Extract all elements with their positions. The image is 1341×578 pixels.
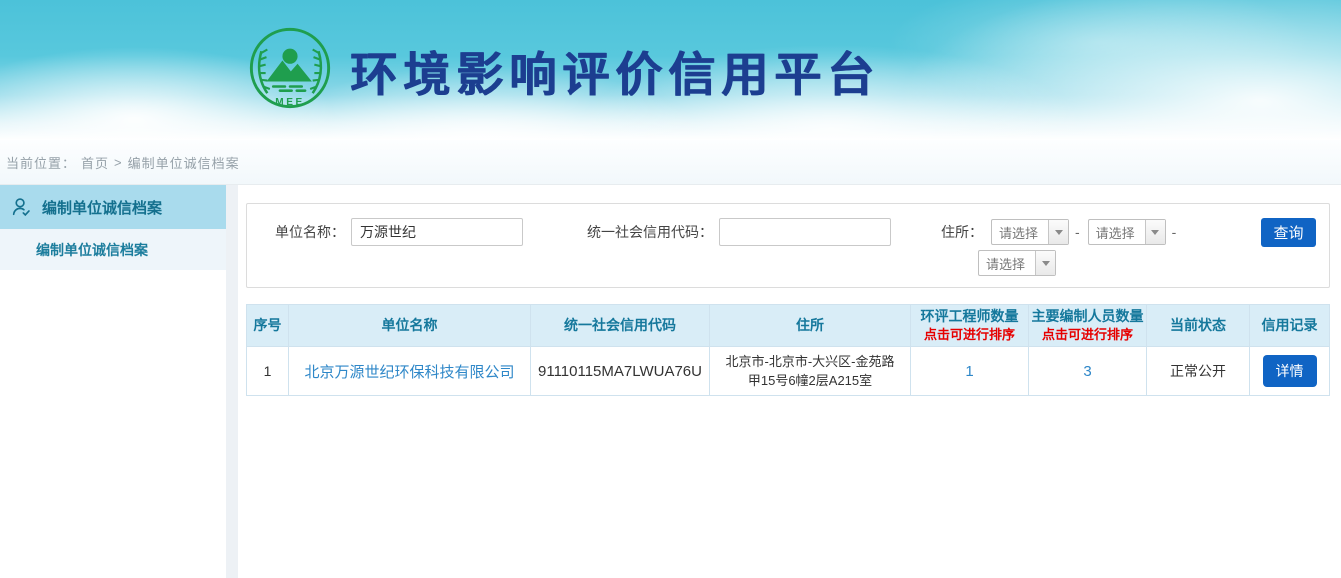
select-value: 请选择 bbox=[1089, 220, 1145, 244]
address-dash: - bbox=[1075, 224, 1080, 240]
site-header: MEE 环境影响评价信用平台 bbox=[0, 0, 1341, 140]
status-value: 正常公开 bbox=[1147, 347, 1250, 396]
col-index: 序号 bbox=[247, 305, 289, 347]
sort-hint: 点击可进行排序 bbox=[911, 326, 1028, 345]
sidebar-subitem-label: 编制单位诚信档案 bbox=[36, 240, 148, 260]
select-value: 请选择 bbox=[979, 251, 1035, 275]
col-address: 住所 bbox=[710, 305, 911, 347]
col-credit-code: 统一社会信用代码 bbox=[531, 305, 710, 347]
staff-count-link[interactable]: 3 bbox=[1083, 363, 1091, 380]
col-label: 环评工程师数量 bbox=[921, 308, 1019, 324]
breadcrumb-home-link[interactable]: 首页 bbox=[81, 153, 109, 172]
breadcrumb: 当前位置： 首页 > 编制单位诚信档案 bbox=[0, 140, 1341, 185]
address-value: 北京市-北京市-大兴区-金苑路 甲15号6幢2层A215室 bbox=[726, 352, 895, 391]
select-value: 请选择 bbox=[992, 220, 1048, 244]
engineer-count-link[interactable]: 1 bbox=[965, 363, 973, 380]
search-panel: 单位名称： 统一社会信用代码： 住所： 请选择 - 请选择 - 请选择 bbox=[246, 203, 1330, 288]
unit-name-link[interactable]: 北京万源世纪环保科技有限公司 bbox=[304, 364, 514, 381]
search-form-row: 单位名称： 统一社会信用代码： 住所： 请选择 - 请选择 - bbox=[247, 218, 1329, 246]
unit-name-label: 单位名称： bbox=[275, 222, 345, 242]
logo-text: MEE bbox=[275, 97, 304, 108]
address-province-select[interactable]: 请选择 bbox=[991, 219, 1069, 245]
col-credit-record: 信用记录 bbox=[1250, 305, 1330, 347]
sort-hint: 点击可进行排序 bbox=[1029, 326, 1146, 345]
sidebar-subitem-credit-archive[interactable]: 编制单位诚信档案 bbox=[0, 229, 226, 270]
credit-code-value: 91110115MA7LWUA76U bbox=[538, 363, 702, 380]
address-district-select[interactable]: 请选择 bbox=[978, 250, 1056, 276]
sidebar-item-label: 编制单位诚信档案 bbox=[42, 197, 162, 218]
user-check-icon bbox=[10, 196, 32, 218]
address-label: 住所： bbox=[941, 222, 983, 242]
row-index: 1 bbox=[247, 347, 289, 396]
chevron-down-icon[interactable] bbox=[1048, 220, 1068, 244]
unit-name-input[interactable] bbox=[351, 218, 523, 246]
col-unit-name: 单位名称 bbox=[289, 305, 531, 347]
table-header-row: 序号 单位名称 统一社会信用代码 住所 环评工程师数量 点击可进行排序 主要编制… bbox=[247, 305, 1330, 347]
col-status: 当前状态 bbox=[1147, 305, 1250, 347]
chevron-down-icon[interactable] bbox=[1145, 220, 1165, 244]
main-panel: 单位名称： 统一社会信用代码： 住所： 请选择 - 请选择 - 请选择 bbox=[238, 185, 1341, 578]
query-button[interactable]: 查询 bbox=[1261, 218, 1316, 247]
address-city-select[interactable]: 请选择 bbox=[1088, 219, 1166, 245]
detail-button[interactable]: 详情 bbox=[1263, 355, 1317, 387]
mee-logo-icon: MEE bbox=[248, 26, 332, 110]
sidebar: 编制单位诚信档案 编制单位诚信档案 bbox=[0, 185, 226, 578]
credit-code-input[interactable] bbox=[719, 218, 891, 246]
address-dash: - bbox=[1172, 224, 1177, 240]
sidebar-item-credit-archive[interactable]: 编制单位诚信档案 bbox=[0, 185, 226, 229]
breadcrumb-separator: > bbox=[114, 155, 123, 170]
col-engineer-count-sortable[interactable]: 环评工程师数量 点击可进行排序 bbox=[911, 305, 1029, 347]
breadcrumb-prefix: 当前位置： bbox=[6, 153, 76, 172]
credit-code-label: 统一社会信用代码： bbox=[587, 222, 713, 242]
sidebar-divider bbox=[226, 185, 238, 578]
breadcrumb-current: 编制单位诚信档案 bbox=[128, 153, 240, 172]
chevron-down-icon[interactable] bbox=[1035, 251, 1055, 275]
results-table: 序号 单位名称 统一社会信用代码 住所 环评工程师数量 点击可进行排序 主要编制… bbox=[246, 304, 1330, 396]
table-row: 1 北京万源世纪环保科技有限公司 91110115MA7LWUA76U 北京市-… bbox=[247, 347, 1330, 396]
col-label: 主要编制人员数量 bbox=[1032, 308, 1144, 324]
page-title: 环境影响评价信用平台 bbox=[350, 36, 880, 105]
col-staff-count-sortable[interactable]: 主要编制人员数量 点击可进行排序 bbox=[1029, 305, 1147, 347]
content-area: 编制单位诚信档案 编制单位诚信档案 单位名称： 统一社会信用代码： 住所： 请选… bbox=[0, 185, 1341, 578]
